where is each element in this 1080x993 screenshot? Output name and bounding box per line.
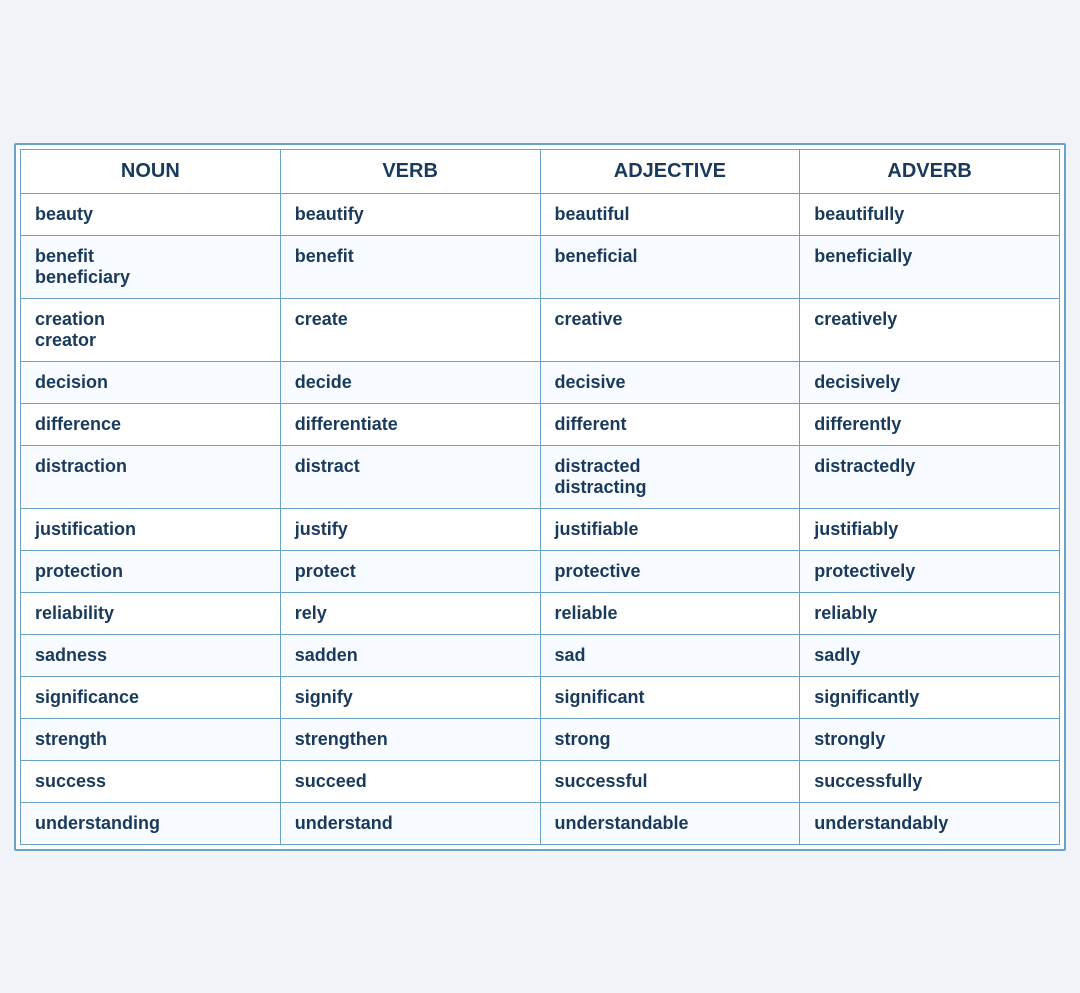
table-cell: understandably [800, 802, 1060, 844]
table-cell: benefitbeneficiary [21, 235, 281, 298]
table-cell: create [280, 298, 540, 361]
table-row: benefitbeneficiarybenefitbeneficialbenef… [21, 235, 1060, 298]
table-cell: distracteddistracting [540, 445, 800, 508]
table-row: decisiondecidedecisivedecisively [21, 361, 1060, 403]
table-cell: sad [540, 634, 800, 676]
table-cell: beautiful [540, 193, 800, 235]
header-row: NOUN VERB ADJECTIVE ADVERB [21, 149, 1060, 193]
table-cell: rely [280, 592, 540, 634]
table-row: strengthstrengthenstrongstrongly [21, 718, 1060, 760]
table-cell: protectively [800, 550, 1060, 592]
table-row: significancesignifysignificantsignifican… [21, 676, 1060, 718]
table-cell: significantly [800, 676, 1060, 718]
word-forms-table-wrapper: NOUN VERB ADJECTIVE ADVERB beautybeautif… [14, 143, 1066, 851]
table-cell: protection [21, 550, 281, 592]
header-adverb: ADVERB [800, 149, 1060, 193]
table-cell: differentiate [280, 403, 540, 445]
header-verb: VERB [280, 149, 540, 193]
table-row: distractiondistractdistracteddistracting… [21, 445, 1060, 508]
table-row: protectionprotectprotectiveprotectively [21, 550, 1060, 592]
table-cell: beautify [280, 193, 540, 235]
table-cell: strengthen [280, 718, 540, 760]
table-cell: decision [21, 361, 281, 403]
table-cell: understandable [540, 802, 800, 844]
table-cell: creative [540, 298, 800, 361]
header-noun: NOUN [21, 149, 281, 193]
table-cell: succeed [280, 760, 540, 802]
table-cell: success [21, 760, 281, 802]
table-cell: beauty [21, 193, 281, 235]
table-cell: successful [540, 760, 800, 802]
table-row: successsucceedsuccessfulsuccessfully [21, 760, 1060, 802]
table-cell: reliability [21, 592, 281, 634]
table-cell: understanding [21, 802, 281, 844]
table-row: sadnesssaddensadsadly [21, 634, 1060, 676]
table-cell: significance [21, 676, 281, 718]
table-cell: protective [540, 550, 800, 592]
table-cell: creationcreator [21, 298, 281, 361]
table-cell: understand [280, 802, 540, 844]
table-cell: decisive [540, 361, 800, 403]
table-cell: justifiable [540, 508, 800, 550]
table-cell: strong [540, 718, 800, 760]
word-forms-table: NOUN VERB ADJECTIVE ADVERB beautybeautif… [20, 149, 1060, 845]
table-cell: decisively [800, 361, 1060, 403]
table-body: beautybeautifybeautifulbeautifullybenefi… [21, 193, 1060, 844]
table-cell: justifiably [800, 508, 1060, 550]
table-cell: sadden [280, 634, 540, 676]
table-cell: signify [280, 676, 540, 718]
table-row: creationcreatorcreatecreativecreatively [21, 298, 1060, 361]
table-cell: differently [800, 403, 1060, 445]
table-row: beautybeautifybeautifulbeautifully [21, 193, 1060, 235]
table-cell: distract [280, 445, 540, 508]
table-cell: significant [540, 676, 800, 718]
table-cell: reliably [800, 592, 1060, 634]
table-row: differencedifferentiatedifferentdifferen… [21, 403, 1060, 445]
table-cell: sadness [21, 634, 281, 676]
table-row: reliabilityrelyreliablereliably [21, 592, 1060, 634]
table-row: justificationjustifyjustifiablejustifiab… [21, 508, 1060, 550]
table-cell: justify [280, 508, 540, 550]
table-cell: different [540, 403, 800, 445]
table-cell: beneficial [540, 235, 800, 298]
table-cell: reliable [540, 592, 800, 634]
header-adjective: ADJECTIVE [540, 149, 800, 193]
table-cell: strongly [800, 718, 1060, 760]
table-row: understandingunderstandunderstandableund… [21, 802, 1060, 844]
table-cell: successfully [800, 760, 1060, 802]
table-cell: difference [21, 403, 281, 445]
table-cell: distractedly [800, 445, 1060, 508]
table-cell: strength [21, 718, 281, 760]
table-cell: justification [21, 508, 281, 550]
table-cell: distraction [21, 445, 281, 508]
table-cell: sadly [800, 634, 1060, 676]
table-cell: benefit [280, 235, 540, 298]
table-cell: creatively [800, 298, 1060, 361]
table-cell: decide [280, 361, 540, 403]
table-cell: beneficially [800, 235, 1060, 298]
table-cell: protect [280, 550, 540, 592]
table-cell: beautifully [800, 193, 1060, 235]
